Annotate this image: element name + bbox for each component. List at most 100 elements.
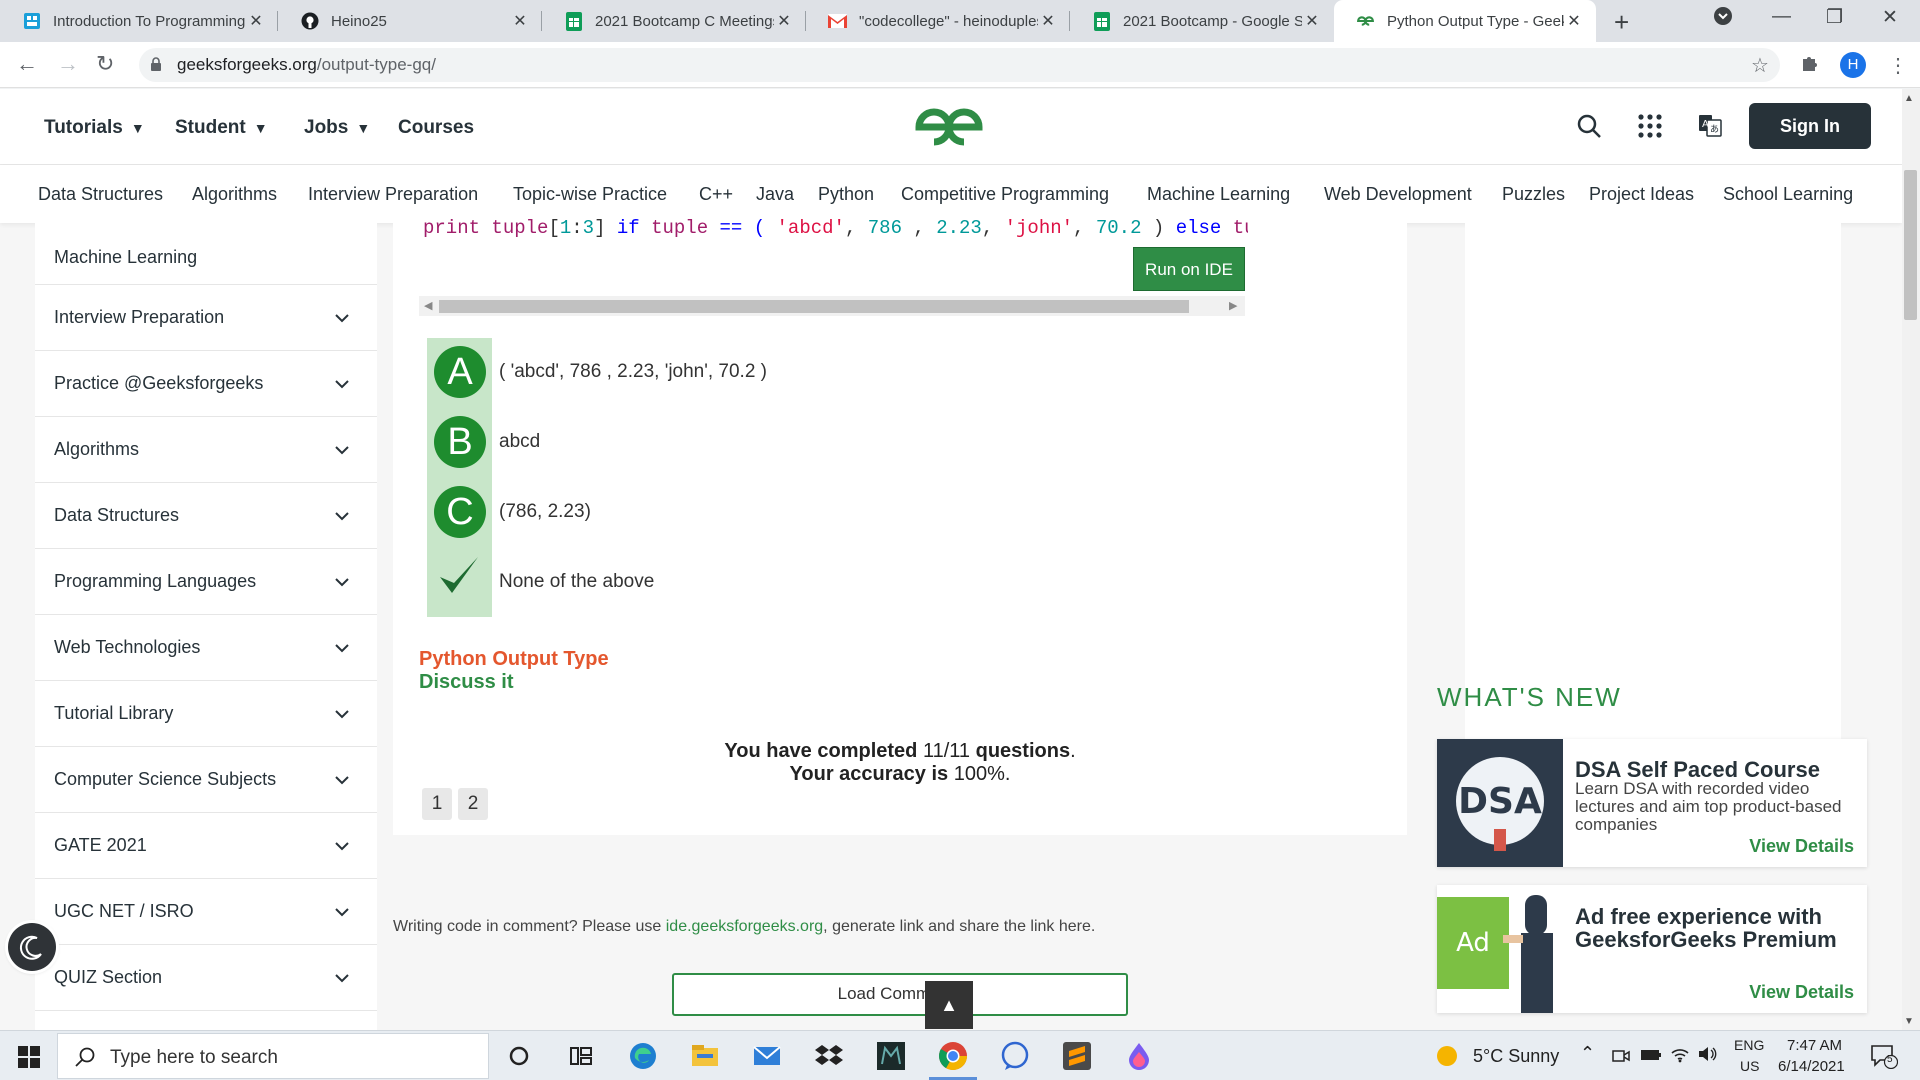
notifications-icon[interactable] [1870, 1043, 1898, 1069]
close-tab-icon[interactable]: ✕ [1038, 11, 1058, 31]
clock-time[interactable]: 7:47 AM [1787, 1037, 1842, 1054]
option-a-text[interactable]: ( 'abcd', 786 , 2.23, 'john', 70.2 ) [499, 361, 767, 383]
minimize-icon[interactable]: — [1772, 6, 1791, 28]
cortana-icon[interactable] [503, 1040, 535, 1072]
scroll-down-icon[interactable]: ▼ [1904, 1016, 1914, 1027]
url-text[interactable]: geeksforgeeks.org/output-type-gq/ [177, 55, 436, 75]
option-c-text[interactable]: (786, 2.23) [499, 501, 591, 523]
ide-link[interactable]: ide.geeksforgeeks.org [666, 918, 823, 935]
subnav-item[interactable]: Machine Learning [1147, 184, 1290, 205]
close-tab-icon[interactable]: ✕ [774, 11, 794, 31]
language-indicator[interactable]: ENG [1734, 1037, 1764, 1053]
page-scroll-thumb[interactable] [1904, 170, 1917, 320]
restore-icon[interactable]: ❐ [1826, 6, 1843, 29]
chrome-icon[interactable] [937, 1040, 969, 1072]
sidebar-item[interactable]: Algorithms [35, 417, 377, 483]
sidebar-item[interactable]: Web Technologies [35, 615, 377, 681]
back-icon[interactable]: ← [16, 51, 38, 77]
nav-courses[interactable]: Courses [398, 117, 474, 139]
subnav-item[interactable]: Topic-wise Practice [513, 184, 667, 205]
browser-tab[interactable]: Heino25 ✕ [278, 0, 542, 42]
browser-tab[interactable]: 2021 Bootcamp - Google Sheets ✕ [1070, 0, 1334, 42]
show-hidden-icons-chevron-icon[interactable]: ⌃ [1580, 1043, 1595, 1064]
meet-now-icon[interactable] [1612, 1047, 1630, 1065]
kebab-menu-icon[interactable]: ⋮ [1888, 53, 1908, 78]
close-tab-icon[interactable]: ✕ [510, 11, 530, 31]
browser-tab[interactable]: "codecollege" - heinodupless ✕ [806, 0, 1070, 42]
reload-icon[interactable]: ↻ [96, 51, 114, 77]
sign-in-button[interactable]: Sign In [1749, 103, 1871, 149]
game-app-icon[interactable] [875, 1040, 907, 1072]
taskbar-search-input[interactable]: Type here to search [57, 1033, 489, 1079]
option-b-badge[interactable]: B [434, 416, 486, 468]
code-horizontal-scrollbar[interactable]: ◀ ▶ [419, 296, 1245, 316]
subnav-item[interactable]: Interview Preparation [308, 184, 478, 205]
edge-icon[interactable] [627, 1040, 659, 1072]
quiz-title-link[interactable]: Python Output Type [419, 648, 609, 671]
volume-icon[interactable] [1697, 1045, 1717, 1063]
discuss-link[interactable]: Discuss it [419, 671, 513, 694]
view-details-link[interactable]: View Details [1749, 982, 1854, 1003]
scroll-to-top-button[interactable]: ▲ [925, 981, 973, 1029]
paint-app-icon[interactable] [1123, 1040, 1155, 1072]
subnav-item[interactable]: Python [818, 184, 874, 205]
mail-icon[interactable] [751, 1040, 783, 1072]
sidebar-item[interactable]: Tutorial Library [35, 681, 377, 747]
sidebar-item[interactable]: Practice @Geeksforgeeks [35, 351, 377, 417]
subnav-item[interactable]: Puzzles [1502, 184, 1565, 205]
forward-icon[interactable]: → [57, 51, 79, 77]
subnav-item[interactable]: Project Ideas [1589, 184, 1694, 205]
region-indicator[interactable]: US [1740, 1058, 1759, 1074]
scroll-thumb[interactable] [439, 300, 1189, 313]
weather-text[interactable]: 5°C Sunny [1473, 1046, 1559, 1067]
close-tab-icon[interactable]: ✕ [1564, 11, 1584, 31]
battery-icon[interactable] [1640, 1048, 1662, 1062]
sidebar-item[interactable]: Machine Learning [35, 223, 377, 285]
sidebar-item[interactable]: Programming Languages [35, 549, 377, 615]
file-explorer-icon[interactable] [689, 1040, 721, 1072]
sidebar-item[interactable]: QUIZ Section [35, 945, 377, 1011]
nav-student[interactable]: Student ▼ [175, 117, 268, 139]
option-d-text[interactable]: None of the above [499, 571, 654, 593]
sidebar-item[interactable]: Interview Preparation [35, 285, 377, 351]
nav-tutorials[interactable]: Tutorials ▼ [44, 117, 145, 139]
close-window-icon[interactable]: ✕ [1882, 6, 1898, 29]
scroll-right-icon[interactable]: ▶ [1229, 299, 1237, 312]
option-b-text[interactable]: abcd [499, 431, 540, 453]
sidebar-item[interactable]: UGC NET / ISRO [35, 879, 377, 945]
wifi-icon[interactable] [1670, 1045, 1690, 1063]
correct-checkmark-icon[interactable] [434, 551, 484, 601]
scroll-left-icon[interactable]: ◀ [424, 299, 432, 312]
browser-tab-active[interactable]: Python Output Type - GeeksforGeeks ✕ [1334, 0, 1596, 42]
browser-tab[interactable]: 2021 Bootcamp C Meetings ✕ [542, 0, 806, 42]
subnav-item[interactable]: Competitive Programming [901, 184, 1109, 205]
apps-grid-icon[interactable] [1637, 113, 1663, 139]
extensions-puzzle-icon[interactable] [1800, 53, 1820, 79]
scroll-up-icon[interactable]: ▲ [1904, 93, 1914, 104]
subnav-item[interactable]: Web Development [1324, 184, 1472, 205]
browser-tab[interactable]: Introduction To Programming ✕ [0, 0, 278, 42]
load-comments-button[interactable]: Load Comments [672, 973, 1128, 1016]
close-tab-icon[interactable]: ✕ [1302, 11, 1322, 31]
lock-icon[interactable] [150, 57, 162, 71]
windows-start-icon[interactable] [18, 1046, 40, 1068]
dark-mode-toggle[interactable] [8, 923, 56, 971]
sidebar-item[interactable]: GATE 2021 [35, 813, 377, 879]
subnav-item[interactable]: Data Structures [38, 184, 163, 205]
profile-avatar[interactable]: H [1840, 52, 1866, 78]
dropbox-icon[interactable] [813, 1040, 845, 1072]
sublime-text-icon[interactable] [1061, 1040, 1093, 1072]
nav-jobs[interactable]: Jobs ▼ [304, 117, 370, 139]
bookmark-star-icon[interactable]: ☆ [1751, 53, 1769, 78]
close-tab-icon[interactable]: ✕ [246, 11, 266, 31]
sidebar-item[interactable]: Computer Science Subjects [35, 747, 377, 813]
subnav-item[interactable]: C++ [699, 184, 733, 205]
task-view-icon[interactable] [565, 1040, 597, 1072]
subnav-item[interactable]: Algorithms [192, 184, 277, 205]
chat-app-icon[interactable] [999, 1040, 1031, 1072]
option-a-badge[interactable]: A [434, 346, 486, 398]
tab-search-icon[interactable] [1713, 6, 1733, 32]
page-button-1[interactable]: 1 [422, 788, 452, 820]
clock-date[interactable]: 6/14/2021 [1778, 1058, 1845, 1075]
subnav-item[interactable]: School Learning [1723, 184, 1853, 205]
